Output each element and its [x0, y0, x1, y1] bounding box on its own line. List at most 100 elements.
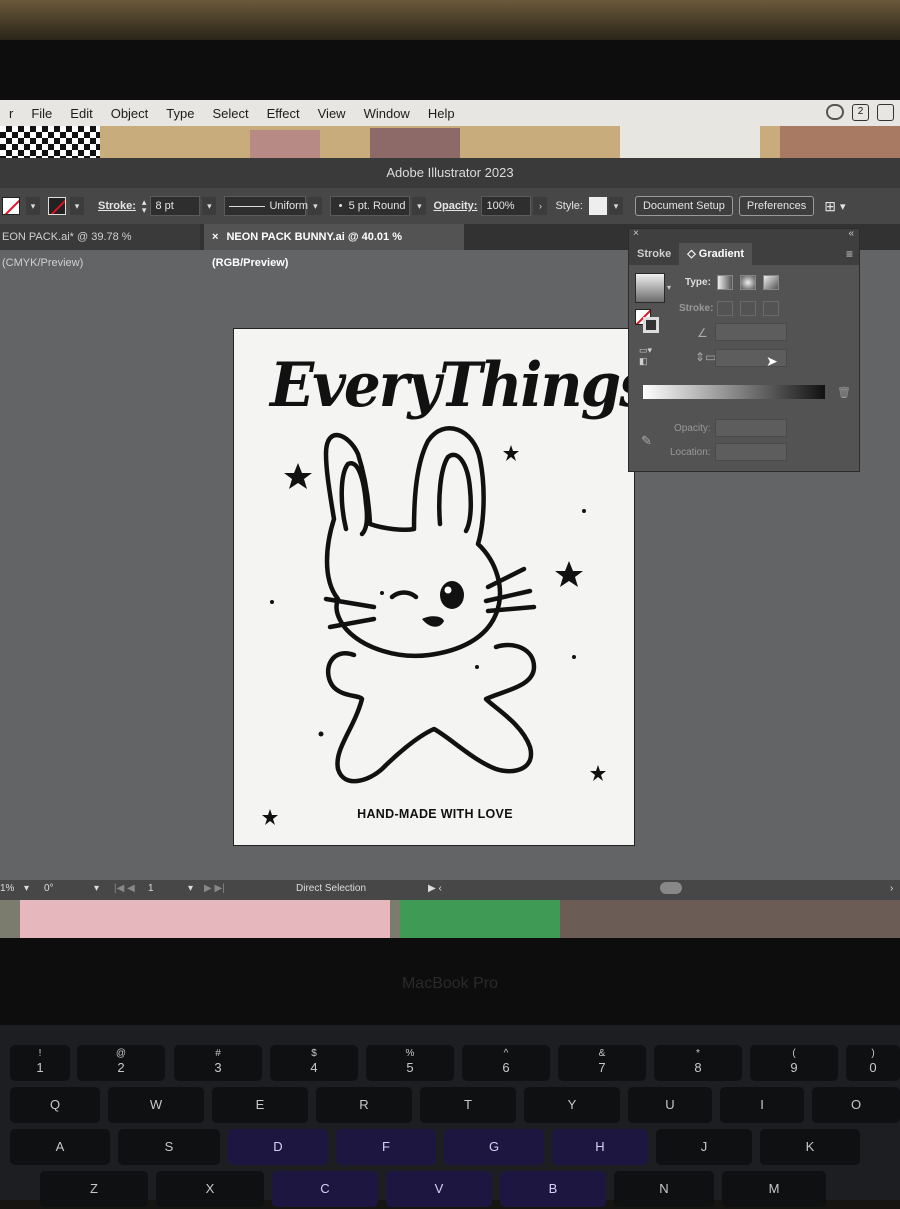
key-i[interactable]: I — [720, 1087, 804, 1123]
menu-effect[interactable]: Effect — [258, 106, 309, 121]
collapse-icon[interactable]: « — [848, 228, 854, 239]
brush-definition[interactable]: • 5 pt. Round — [330, 196, 411, 216]
gradient-slider[interactable] — [643, 385, 825, 399]
menu-type[interactable]: Type — [157, 106, 203, 121]
status-menu-icon[interactable]: ▶ ‹ — [428, 883, 442, 894]
chevron-down-icon[interactable]: ▾ — [94, 883, 99, 894]
screen-icon[interactable] — [877, 104, 894, 121]
rotation-value[interactable]: 0° — [44, 883, 54, 894]
chevron-down-icon[interactable]: ▾ — [24, 883, 29, 894]
stroke-gradient-swatch[interactable] — [643, 317, 659, 333]
key-j[interactable]: J — [656, 1129, 752, 1165]
menu-app[interactable]: r — [0, 106, 22, 121]
menu-window[interactable]: Window — [355, 106, 419, 121]
eyedropper-icon[interactable]: ✎ — [641, 433, 652, 449]
chevron-down-icon[interactable]: ▾ — [412, 197, 427, 215]
menu-edit[interactable]: Edit — [61, 106, 101, 121]
scroll-right-icon[interactable]: › — [890, 883, 893, 894]
key-e[interactable]: E — [212, 1087, 308, 1123]
arrange-documents-icon[interactable]: ⊞ — [824, 198, 836, 215]
last-artboard-icon[interactable]: ▶ ▶| — [204, 883, 225, 894]
key-z[interactable]: Z — [40, 1171, 148, 1207]
document-setup-button[interactable]: Document Setup — [634, 196, 733, 216]
key-m[interactable]: M — [722, 1171, 826, 1207]
key-r[interactable]: R — [316, 1087, 412, 1123]
key-b[interactable]: B — [500, 1171, 606, 1207]
stepper-icon[interactable]: ▴ ▾ — [142, 198, 147, 215]
stroke-across-button[interactable] — [763, 301, 779, 316]
chevron-down-icon[interactable]: ▾ — [202, 197, 217, 215]
artwork-footer[interactable]: HAND-MADE WITH LOVE — [234, 807, 636, 821]
key-v[interactable]: V — [386, 1171, 492, 1207]
stroke-within-button[interactable] — [717, 301, 733, 316]
radial-gradient-button[interactable] — [740, 275, 756, 290]
key-g[interactable]: G — [444, 1129, 544, 1165]
chevron-down-icon[interactable]: ▾ — [667, 283, 671, 292]
key-x[interactable]: X — [156, 1171, 264, 1207]
menu-select[interactable]: Select — [203, 106, 257, 121]
chevron-right-icon[interactable]: › — [533, 197, 548, 215]
stroke-along-button[interactable] — [740, 301, 756, 316]
menu-object[interactable]: Object — [102, 106, 158, 121]
artboard-number[interactable]: 1 — [148, 883, 154, 894]
chevron-down-icon[interactable]: ▾ — [308, 197, 323, 215]
swap-fill-stroke-icon[interactable]: ▭▾ ◧ — [639, 345, 652, 367]
stroke-weight-input[interactable]: 8 pt — [150, 196, 201, 216]
key-s[interactable]: S — [118, 1129, 220, 1165]
opacity-input[interactable]: 100% — [481, 196, 532, 216]
key-9[interactable]: (9 — [750, 1045, 838, 1081]
key-w[interactable]: W — [108, 1087, 204, 1123]
key-5[interactable]: % 5 — [366, 1045, 454, 1081]
key-d[interactable]: D — [228, 1129, 328, 1165]
key-2[interactable]: @2 — [77, 1045, 165, 1081]
zoom-level[interactable]: 1% — [0, 883, 14, 894]
tab-stroke[interactable]: Stroke — [629, 243, 679, 265]
linear-gradient-button[interactable] — [717, 275, 733, 290]
horizontal-scrollbar-thumb[interactable] — [660, 882, 682, 894]
panel-menu-icon[interactable]: ≡ — [846, 247, 853, 261]
notification-badge[interactable]: 2 — [852, 104, 869, 121]
stroke-label[interactable]: Stroke: — [98, 200, 136, 212]
key-h[interactable]: H — [552, 1129, 648, 1165]
key-u[interactable]: U — [628, 1087, 712, 1123]
key-7[interactable]: & 7 — [558, 1045, 646, 1081]
trash-icon[interactable]: 🗑 — [837, 386, 851, 399]
tab-gradient[interactable]: ◇ Gradient — [679, 243, 753, 265]
location-field[interactable] — [715, 443, 787, 461]
fill-swatch[interactable] — [2, 197, 20, 215]
tab-neon-pack-bunny[interactable]: × NEON PACK BUNNY.ai @ 40.01 % (RGB/Previ… — [204, 224, 464, 269]
close-icon[interactable]: × — [633, 228, 639, 239]
first-artboard-icon[interactable]: |◀ ◀ — [114, 883, 135, 894]
style-swatch[interactable] — [588, 197, 607, 215]
key-8[interactable]: * 8 — [654, 1045, 742, 1081]
gradient-swatch[interactable] — [635, 273, 665, 303]
artboard[interactable]: EveryThings HAND-MADE WITH LOVE — [233, 328, 652, 847]
tab-neon-pack[interactable]: EON PACK.ai* @ 39.78 % (CMYK/Preview) — [0, 224, 200, 269]
chevron-down-icon[interactable]: ▾ — [840, 200, 846, 213]
menu-view[interactable]: View — [309, 106, 355, 121]
creative-cloud-icon[interactable] — [826, 104, 844, 120]
chevron-down-icon[interactable]: ▾ — [70, 197, 84, 215]
key-f[interactable]: F — [336, 1129, 436, 1165]
chevron-down-icon[interactable]: ▾ — [26, 197, 40, 215]
key-4[interactable]: $4 — [270, 1045, 358, 1081]
stroke-swatch[interactable] — [48, 197, 66, 215]
key-n[interactable]: N — [614, 1171, 714, 1207]
menu-help[interactable]: Help — [419, 106, 464, 121]
key-1[interactable]: ! 1 — [10, 1045, 70, 1081]
key-6[interactable]: ^ 6 — [462, 1045, 550, 1081]
key-y[interactable]: Y — [524, 1087, 620, 1123]
angle-field[interactable] — [715, 323, 787, 341]
bunny-illustration[interactable] — [234, 329, 636, 847]
key-0[interactable]: ) 0 — [846, 1045, 900, 1081]
key-3[interactable]: #3 — [174, 1045, 262, 1081]
key-a[interactable]: A — [10, 1129, 110, 1165]
preferences-button[interactable]: Preferences — [738, 196, 815, 216]
close-icon[interactable]: × — [212, 231, 218, 243]
key-o[interactable]: O — [812, 1087, 900, 1123]
menu-file[interactable]: File — [22, 106, 61, 121]
key-q[interactable]: Q — [10, 1087, 100, 1123]
chevron-down-icon[interactable]: ▾ — [608, 197, 623, 215]
key-t[interactable]: T — [420, 1087, 516, 1123]
variable-width-profile[interactable]: Uniform — [224, 196, 308, 216]
